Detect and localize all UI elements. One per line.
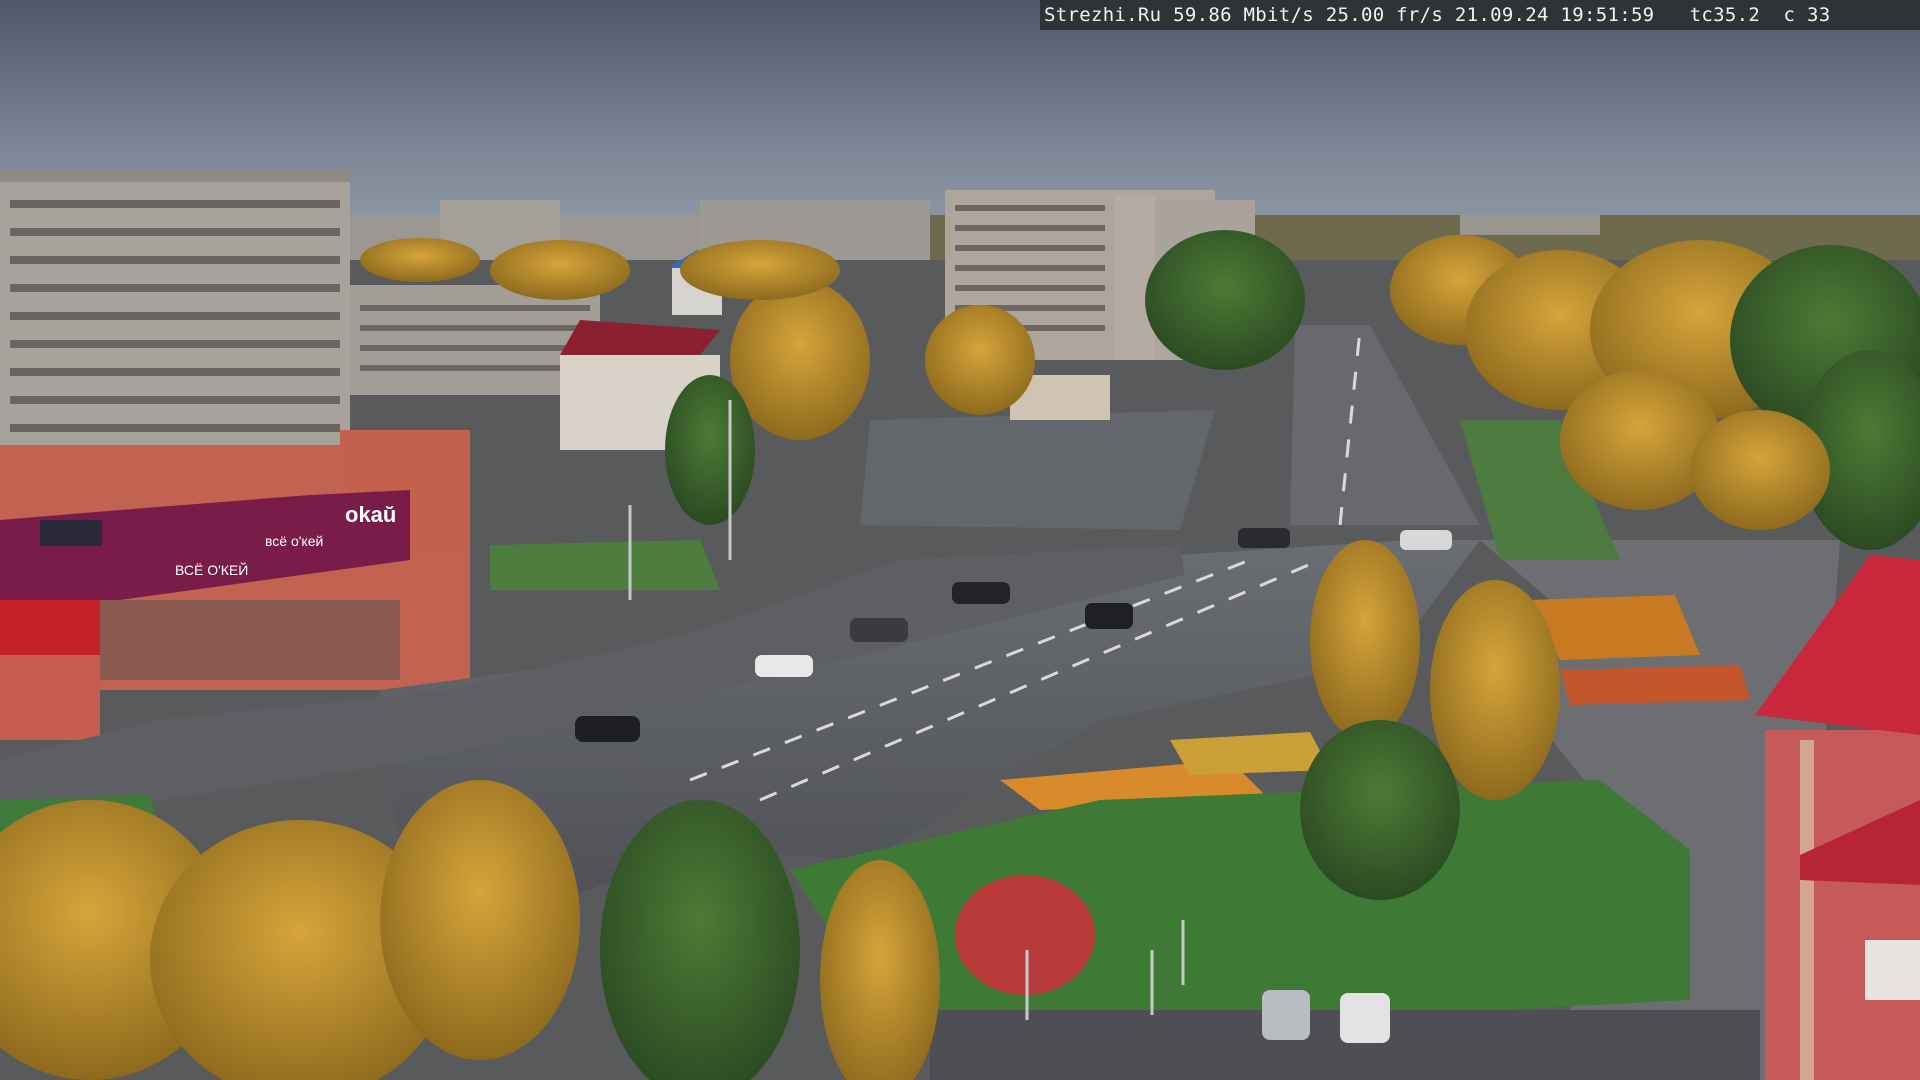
camera-overlay-bar: Strezhi.Ru 59.86 Mbit/s 25.00 fr/s 21.09… <box>1040 0 1920 30</box>
shop-sign-tertiary: ВСЁ О'КЕЙ <box>175 561 248 578</box>
far-plaza <box>860 410 1215 530</box>
city-square-scene: okaŭ всё о'кей ВСЁ О'КЕЙ <box>0 0 1920 1080</box>
webcam-frame: okaŭ всё о'кей ВСЁ О'КЕЙ Strezhi.Ru 59.8… <box>0 0 1920 1080</box>
shop-sign-main: okaŭ <box>345 502 396 527</box>
shop-sign-secondary: всё о'кей <box>265 533 323 549</box>
camera-overlay-text: Strezhi.Ru 59.86 Mbit/s 25.00 fr/s 21.09… <box>1044 4 1831 26</box>
lawn-plaza <box>490 540 720 590</box>
